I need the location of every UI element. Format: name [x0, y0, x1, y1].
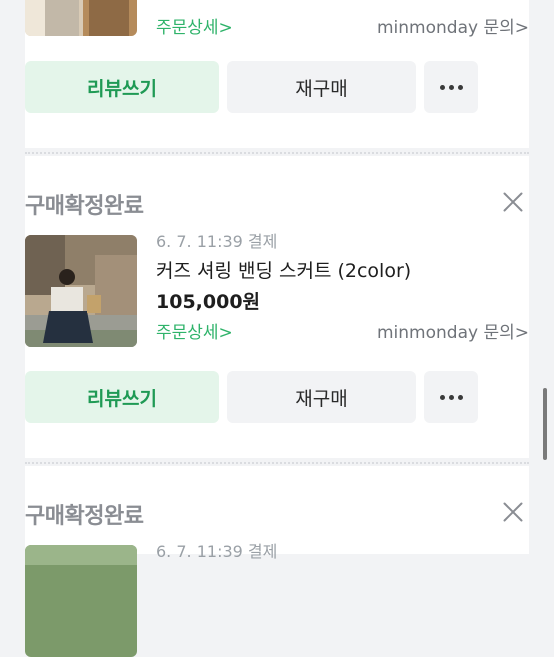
seller-inquiry-link[interactable]: minmonday 문의>	[377, 319, 529, 347]
order-detail-link[interactable]: 주문상세>	[156, 14, 233, 42]
more-dots-icon	[439, 394, 463, 400]
product-title[interactable]: 커즈 셔링 밴딩 스커트 (2color)	[156, 256, 529, 286]
product-thumbnail[interactable]	[25, 0, 137, 36]
order-status: 구매확정완료	[25, 194, 144, 219]
close-icon[interactable]	[499, 498, 527, 526]
close-icon[interactable]	[499, 188, 527, 216]
order-detail-link[interactable]: 주문상세>	[156, 319, 233, 347]
product-thumbnail[interactable]	[25, 235, 137, 347]
payment-date: 6. 7. 11:39 결제	[156, 542, 278, 561]
more-options-button[interactable]	[424, 61, 478, 113]
write-review-button[interactable]: 리뷰쓰기	[25, 61, 219, 113]
rebuy-button[interactable]: 재구매	[227, 61, 416, 113]
write-review-button[interactable]: 리뷰쓰기	[25, 371, 219, 423]
product-thumbnail[interactable]	[25, 545, 137, 657]
payment-date: 6. 7. 11:39 결제	[156, 232, 278, 251]
divider	[25, 462, 529, 464]
more-options-button[interactable]	[424, 371, 478, 423]
more-dots-icon	[439, 84, 463, 90]
scrollbar[interactable]	[543, 388, 547, 460]
divider	[25, 152, 529, 154]
product-price: 105,000원	[156, 291, 261, 313]
order-status: 구매확정완료	[25, 504, 144, 529]
seller-inquiry-link[interactable]: minmonday 문의>	[377, 14, 529, 42]
rebuy-button[interactable]: 재구매	[227, 371, 416, 423]
